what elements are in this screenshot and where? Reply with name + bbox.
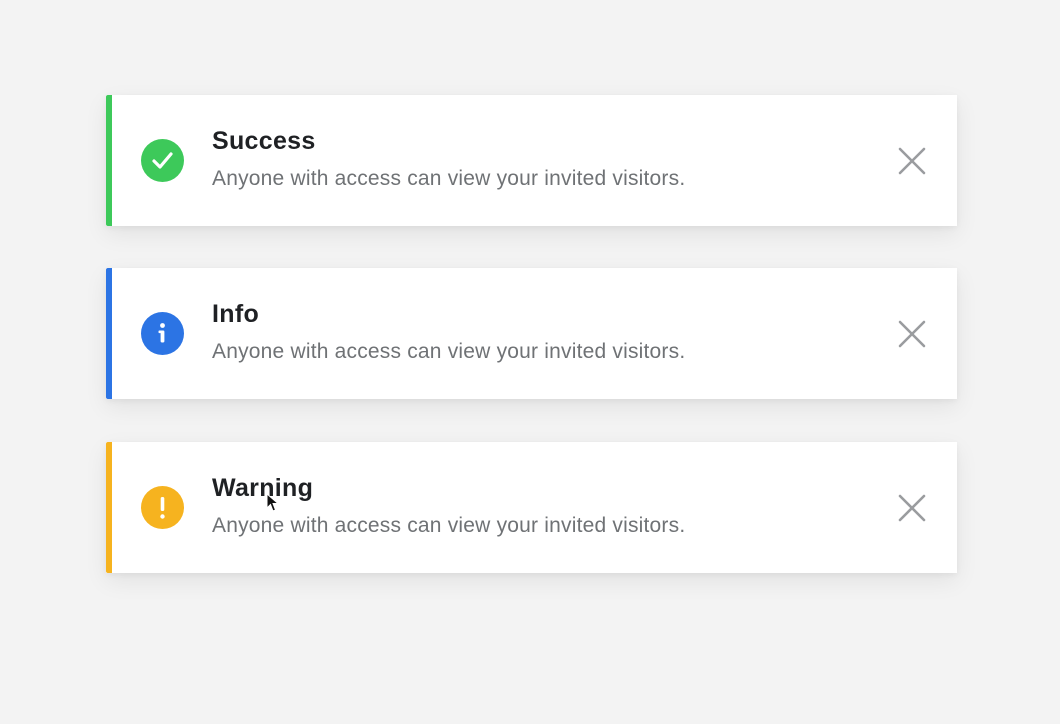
close-icon [898,320,926,348]
close-icon [898,494,926,522]
close-icon [898,147,926,175]
info-toast: Info Anyone with access can view your in… [106,268,957,399]
toast-title: Success [212,127,316,155]
toast-message: Anyone with access can view your invited… [212,167,686,190]
toast-message: Anyone with access can view your invited… [212,514,686,537]
notification-stack: Success Anyone with access can view your… [0,0,1060,724]
close-button[interactable] [892,141,932,181]
toast-title: Warning [212,474,314,502]
toast-message: Anyone with access can view your invited… [212,340,686,363]
info-circle-icon [141,312,184,355]
warning-circle-icon [141,486,184,529]
check-circle-icon [141,139,184,182]
warning-toast: Warning Anyone with access can view your… [106,442,957,573]
close-button[interactable] [892,488,932,528]
toast-title: Info [212,300,260,328]
warning-accent-bar [106,442,112,573]
success-accent-bar [106,95,112,226]
info-accent-bar [106,268,112,399]
close-button[interactable] [892,314,932,354]
success-toast: Success Anyone with access can view your… [106,95,957,226]
